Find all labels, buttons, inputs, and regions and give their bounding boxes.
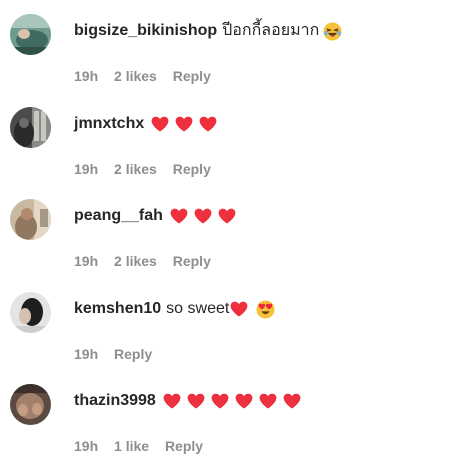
username[interactable]: kemshen10 — [74, 298, 161, 320]
comment-meta: 19h 2 likes Reply — [74, 252, 223, 270]
reply-button[interactable]: Reply — [173, 68, 211, 84]
comment-item: jmnxtchx 19h 2 likes Reply — [0, 107, 458, 199]
comment-meta: 19h 1 like Reply — [74, 437, 215, 455]
avatar[interactable] — [10, 107, 51, 148]
comment-text: so sweet — [166, 300, 230, 317]
red-heart-icon — [235, 393, 253, 409]
timestamp: 19h — [74, 346, 99, 362]
comment-line: thazin3998 — [74, 390, 301, 412]
red-heart-icon — [194, 208, 212, 224]
reply-button[interactable]: Reply — [165, 438, 203, 454]
red-heart-icon — [170, 208, 188, 224]
red-heart-icon — [218, 208, 236, 224]
red-heart-icon — [199, 116, 217, 132]
comment-item: thazin3998 19h 1 like Reply — [0, 384, 458, 476]
laughing-face-icon — [323, 21, 342, 41]
likes-count[interactable]: 1 like — [114, 438, 149, 454]
heart-emojis — [230, 301, 248, 317]
reply-button[interactable]: Reply — [173, 161, 211, 177]
red-heart-icon — [283, 393, 301, 409]
timestamp: 19h — [74, 253, 99, 269]
heart-eyes-face-icon — [256, 299, 275, 319]
heart-emojis — [163, 393, 301, 409]
reply-button[interactable]: Reply — [173, 253, 211, 269]
avatar[interactable] — [10, 14, 51, 55]
timestamp: 19h — [74, 438, 99, 454]
red-heart-icon — [151, 116, 169, 132]
comment-item: bigsize_bikinishop ปีอกกี้ลอยมาก 19h 2 l… — [0, 14, 458, 106]
avatar[interactable] — [10, 292, 51, 333]
username[interactable]: jmnxtchx — [74, 113, 144, 135]
comment-line: bigsize_bikinishop ปีอกกี้ลอยมาก — [74, 20, 342, 42]
comment-line: kemshen10 so sweet — [74, 298, 275, 320]
comment-text: ปีอกกี้ลอยมาก — [222, 22, 320, 39]
red-heart-icon — [230, 301, 248, 317]
red-heart-icon — [259, 393, 277, 409]
comment-meta: 19h Reply — [74, 345, 164, 363]
heart-emojis — [151, 116, 217, 132]
username[interactable]: peang__fah — [74, 205, 163, 227]
comment-meta: 19h 2 likes Reply — [74, 160, 223, 178]
heart-emojis — [170, 208, 236, 224]
comment-item: peang__fah 19h 2 likes Reply — [0, 199, 458, 291]
username[interactable]: bigsize_bikinishop — [74, 20, 217, 42]
red-heart-icon — [211, 393, 229, 409]
comment-line: jmnxtchx — [74, 113, 217, 135]
avatar[interactable] — [10, 384, 51, 425]
reply-button[interactable]: Reply — [114, 346, 152, 362]
comment-meta: 19h 2 likes Reply — [74, 67, 223, 85]
timestamp: 19h — [74, 161, 99, 177]
red-heart-icon — [187, 393, 205, 409]
likes-count[interactable]: 2 likes — [114, 161, 157, 177]
red-heart-icon — [175, 116, 193, 132]
comment-line: peang__fah — [74, 205, 236, 227]
avatar[interactable] — [10, 199, 51, 240]
likes-count[interactable]: 2 likes — [114, 68, 157, 84]
red-heart-icon — [163, 393, 181, 409]
comment-item: kemshen10 so sweet 19h Reply — [0, 292, 458, 384]
likes-count[interactable]: 2 likes — [114, 253, 157, 269]
username[interactable]: thazin3998 — [74, 390, 156, 412]
timestamp: 19h — [74, 68, 99, 84]
